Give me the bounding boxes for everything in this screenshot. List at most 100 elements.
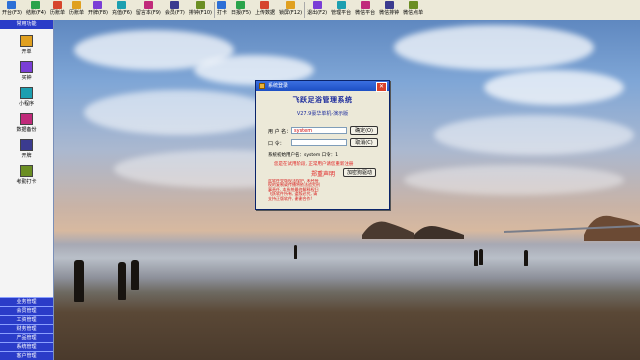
- exit-icon: [312, 1, 322, 9]
- toolbar-button-label: 上传数据: [254, 10, 275, 16]
- toolbar-button-10[interactable]: 日报(F5): [229, 0, 253, 19]
- sidebar-item-0[interactable]: 开单: [0, 35, 53, 55]
- toolbar-button-label: 排钟(F10): [188, 10, 212, 16]
- toolbar-button-16[interactable]: 微信排钟: [377, 0, 401, 19]
- username-label: 用 户 名：: [268, 129, 292, 135]
- open-table-icon: [7, 1, 17, 9]
- person-silhouette: [474, 250, 478, 266]
- toolbar-button-3[interactable]: 历账单: [67, 0, 86, 19]
- toolbar-button-label: 微信排钟: [379, 10, 400, 16]
- toolbar-button-label: 历账单: [68, 10, 84, 16]
- message-icon: [143, 1, 153, 9]
- copyright-statement: 此软件受版权法保护, 未经授 权的复制或传播将依法追究刑 事责任, 本系统最终解释权…: [268, 179, 330, 205]
- toolbar-button-2[interactable]: 历账单: [48, 0, 67, 19]
- lock-icon: [286, 1, 296, 9]
- password-input[interactable]: [291, 139, 347, 146]
- sidebar-tab-5[interactable]: 系统管理: [0, 342, 53, 351]
- buy-clock-icon: [20, 61, 33, 73]
- sidebar-item-label: 开牌: [21, 153, 32, 159]
- checkout-icon: [31, 1, 41, 9]
- person-silhouette: [294, 245, 297, 259]
- version-label: V27.9豪华单机-演示版: [296, 111, 349, 117]
- person-silhouette: [479, 249, 483, 265]
- sidebar-item-4[interactable]: 开牌: [0, 139, 53, 159]
- toolbar-button-1[interactable]: 结账(F4): [24, 0, 48, 19]
- toolbar-button-12[interactable]: 锁屏(F12): [277, 0, 304, 19]
- toolbar-button-4[interactable]: 开牌(F8): [86, 0, 110, 19]
- sidebar-tab-2[interactable]: 工资管理: [0, 315, 53, 324]
- admin-icon: [336, 1, 346, 9]
- toolbar-button-label: 锁屏(F12): [278, 10, 303, 16]
- sidebar-item-label: 数据备份: [16, 127, 37, 133]
- toolbar-button-label: 退出(F2): [307, 10, 328, 16]
- toolbar-button-14[interactable]: 管理平台: [329, 0, 353, 19]
- app-icon: [259, 83, 265, 89]
- default-credentials-hint: 系统初始用户名：system 口令：1: [268, 153, 339, 158]
- recharge-icon: [117, 1, 127, 9]
- backup-icon: [20, 113, 33, 125]
- sidebar: 常用功能 开单买钟小程序数据备份开牌考勤打卡 业务管理 会员管理 工资管理 财务管理产…: [0, 20, 54, 360]
- username-input[interactable]: system: [291, 127, 347, 134]
- sidebar-tab-3[interactable]: 财务管理: [0, 324, 53, 333]
- sidebar-item-label: 考勤打卡: [16, 179, 37, 185]
- member-icon: [170, 1, 180, 9]
- sidebar-item-label: 开单: [21, 49, 32, 55]
- attendance-icon: [20, 165, 33, 177]
- toolbar-button-label: 留言本(F9): [135, 10, 161, 16]
- toolbar-button-7[interactable]: 会员(F7): [163, 0, 187, 19]
- open-card-icon: [20, 139, 33, 151]
- login-button[interactable]: 确定(O): [350, 126, 378, 135]
- wechat-icon: [360, 1, 370, 9]
- toolbar-button-label: 微信点单: [403, 10, 424, 16]
- upload-icon: [260, 1, 270, 9]
- toolbar-button-label: 管理平台: [331, 10, 352, 16]
- toolbar-button-11[interactable]: 上传数据: [253, 0, 277, 19]
- sidebar-tab-4[interactable]: 产品管理: [0, 333, 53, 342]
- close-button[interactable]: ✕: [376, 82, 387, 92]
- history-bill-icon: [52, 1, 62, 9]
- report-icon: [236, 1, 246, 9]
- card-icon: [93, 1, 103, 9]
- cancel-button[interactable]: 取消(C): [350, 138, 378, 147]
- sidebar-tabs: 业务管理 会员管理 工资管理 财务管理 产品管理 系统管理 客户管理: [0, 297, 53, 360]
- sidebar-tab-1[interactable]: 会员管理: [0, 306, 53, 315]
- toolbar-button-label: 开牌(F8): [87, 10, 108, 16]
- sidebar-tab-0[interactable]: 业务管理: [0, 297, 53, 306]
- person-silhouette: [74, 260, 84, 302]
- sidebar-item-label: 小程序: [18, 101, 34, 107]
- app-brand-title: 飞跃足浴管理系统: [292, 96, 353, 104]
- toolbar-button-label: 历账单: [49, 10, 65, 16]
- toolbar-button-5[interactable]: 充值(F6): [110, 0, 134, 19]
- sidebar-tab-6[interactable]: 客户管理: [0, 351, 53, 360]
- toolbar-button-9[interactable]: 打卡: [215, 0, 229, 19]
- wechat-clock-icon: [384, 1, 394, 9]
- toolbar-button-17[interactable]: 微信点单: [401, 0, 425, 19]
- toolbar-button-label: 充值(F6): [111, 10, 132, 16]
- cloud: [484, 70, 624, 105]
- sidebar-item-3[interactable]: 数据备份: [0, 113, 53, 133]
- dongle-driver-button[interactable]: 加密狗驱动: [343, 168, 376, 177]
- toolbar-button-label: 开台(F3): [2, 10, 22, 16]
- toolbar-button-13[interactable]: 退出(F2): [305, 0, 329, 19]
- demo-notice: 您是在试用阶段, 正常用户请您重新注册: [274, 162, 354, 167]
- login-dialog: 系统登录 ✕ 飞跃足浴管理系统 V27.9豪华单机-演示版 用 户 名： sys…: [255, 80, 390, 210]
- toolbar-button-label: 打卡: [216, 10, 227, 16]
- sidebar-item-1[interactable]: 买钟: [0, 61, 53, 81]
- cloud: [84, 90, 274, 135]
- statement-title: 郑重声明: [311, 171, 336, 178]
- sidebar-item-2[interactable]: 小程序: [0, 87, 53, 107]
- toolbar-button-8[interactable]: 排钟(F10): [187, 0, 214, 19]
- punch-icon: [217, 1, 227, 9]
- toolbar-button-15[interactable]: 微信平台: [353, 0, 377, 19]
- sidebar-header: 常用功能: [0, 20, 53, 29]
- toolbar-button-0[interactable]: 开台(F3): [0, 0, 24, 19]
- open-order-icon: [20, 35, 33, 47]
- person-silhouette: [118, 262, 126, 300]
- toolbar-button-6[interactable]: 留言本(F9): [134, 0, 163, 19]
- sidebar-item-5[interactable]: 考勤打卡: [0, 165, 53, 185]
- password-label: 口 令：: [268, 141, 285, 147]
- person-silhouette: [131, 260, 139, 290]
- dialog-titlebar: 系统登录 ✕: [256, 81, 389, 92]
- toolbar-button-label: 会员(F7): [164, 10, 185, 16]
- cloud: [434, 115, 634, 155]
